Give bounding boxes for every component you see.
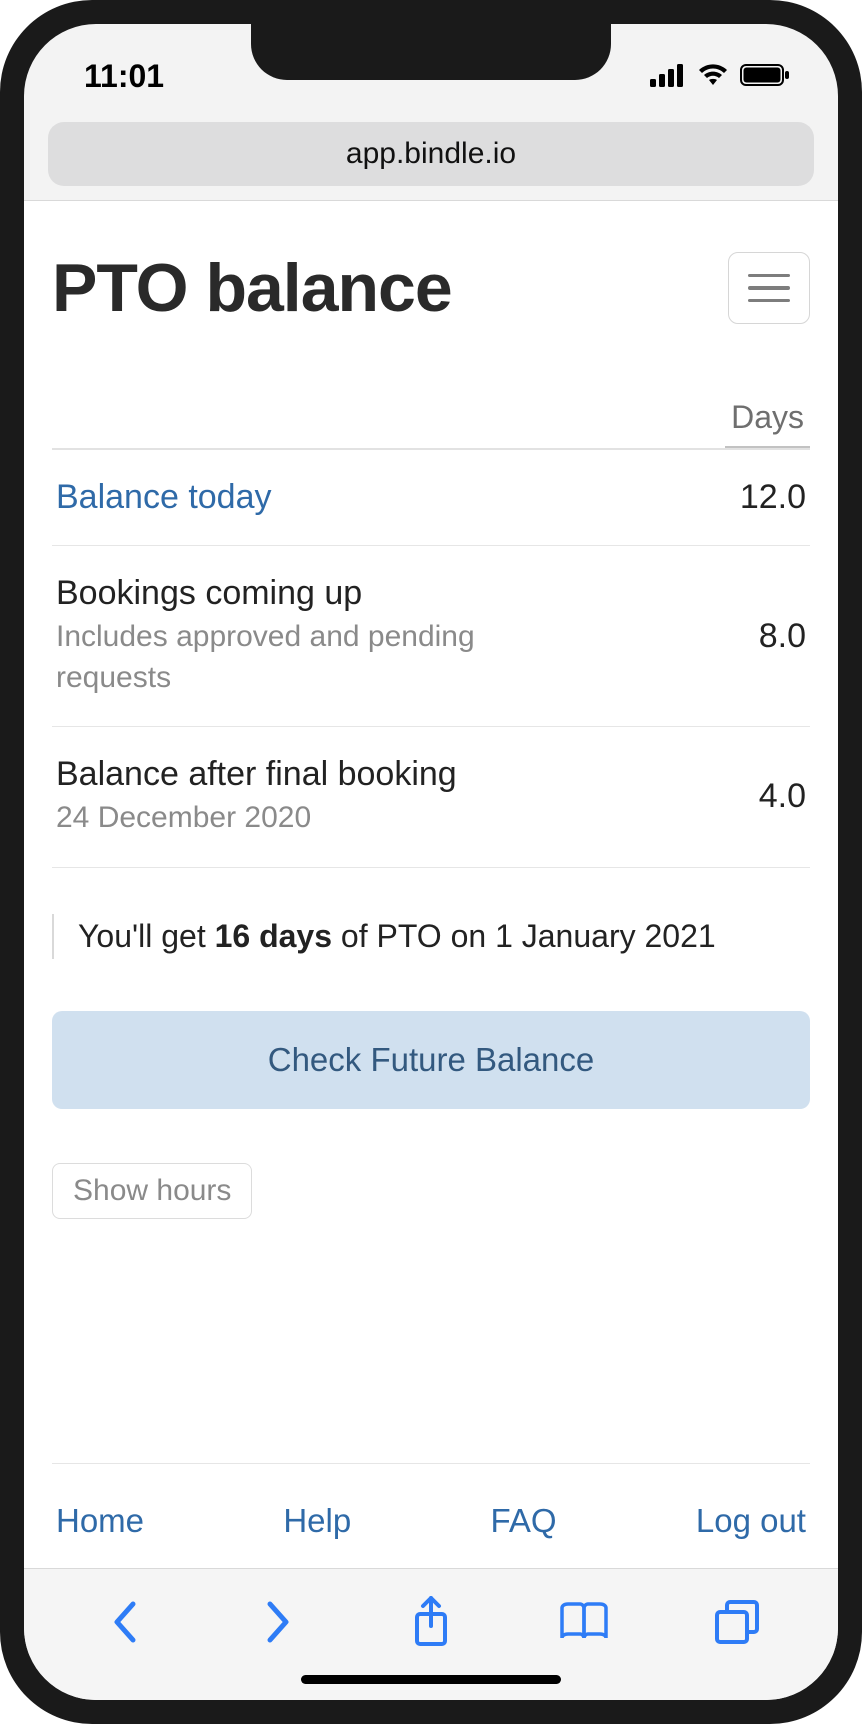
browser-chrome-top: app.bindle.io <box>24 114 838 201</box>
chevron-left-icon <box>111 1600 139 1644</box>
page-title: PTO balance <box>52 249 452 327</box>
footer-nav: Home Help FAQ Log out <box>52 1463 810 1568</box>
row-value: 12.0 <box>740 478 806 517</box>
accrual-suffix: of PTO on 1 January 2021 <box>332 918 716 954</box>
menu-button[interactable] <box>728 252 810 324</box>
back-button[interactable] <box>95 1592 155 1652</box>
device-notch <box>251 24 611 80</box>
share-icon <box>411 1596 451 1648</box>
row-subtitle: Includes approved and pending requests <box>56 617 576 698</box>
footer-link-faq[interactable]: FAQ <box>491 1502 557 1540</box>
book-icon <box>558 1600 610 1644</box>
accrual-callout: You'll get 16 days of PTO on 1 January 2… <box>52 914 810 959</box>
status-icons <box>650 58 790 95</box>
url-text: app.bindle.io <box>346 137 516 171</box>
status-time: 11:01 <box>84 58 164 95</box>
table-row[interactable]: Balance today 12.0 <box>52 450 810 546</box>
table-row: Balance after final booking 24 December … <box>52 727 810 868</box>
table-row: Bookings coming up Includes approved and… <box>52 546 810 727</box>
footer-link-help[interactable]: Help <box>283 1502 351 1540</box>
accrual-prefix: You'll get <box>78 918 215 954</box>
row-title-balance-today: Balance today <box>56 478 272 517</box>
hamburger-icon <box>748 274 790 278</box>
cellular-icon <box>650 58 686 95</box>
chevron-right-icon <box>264 1600 292 1644</box>
share-button[interactable] <box>401 1592 461 1652</box>
page-content: PTO balance Days Balance today 12.0 Book… <box>24 201 838 1568</box>
accrual-amount: 16 days <box>215 918 332 954</box>
url-bar[interactable]: app.bindle.io <box>48 122 814 186</box>
column-days: Days <box>725 399 810 448</box>
row-value: 8.0 <box>759 617 806 656</box>
home-indicator[interactable] <box>301 1675 561 1684</box>
footer-link-logout[interactable]: Log out <box>696 1502 806 1540</box>
row-title-after-final: Balance after final booking <box>56 755 457 794</box>
show-hours-button[interactable]: Show hours <box>52 1163 252 1219</box>
check-future-balance-button[interactable]: Check Future Balance <box>52 1011 810 1109</box>
table-header: Days <box>52 399 810 450</box>
wifi-icon <box>696 58 730 95</box>
footer-link-home[interactable]: Home <box>56 1502 144 1540</box>
bookmarks-button[interactable] <box>554 1592 614 1652</box>
row-subtitle: 24 December 2020 <box>56 798 457 839</box>
row-title-bookings: Bookings coming up <box>56 574 576 613</box>
tabs-icon <box>713 1598 761 1646</box>
battery-icon <box>740 58 790 95</box>
tabs-button[interactable] <box>707 1592 767 1652</box>
row-value: 4.0 <box>759 777 806 816</box>
forward-button[interactable] <box>248 1592 308 1652</box>
